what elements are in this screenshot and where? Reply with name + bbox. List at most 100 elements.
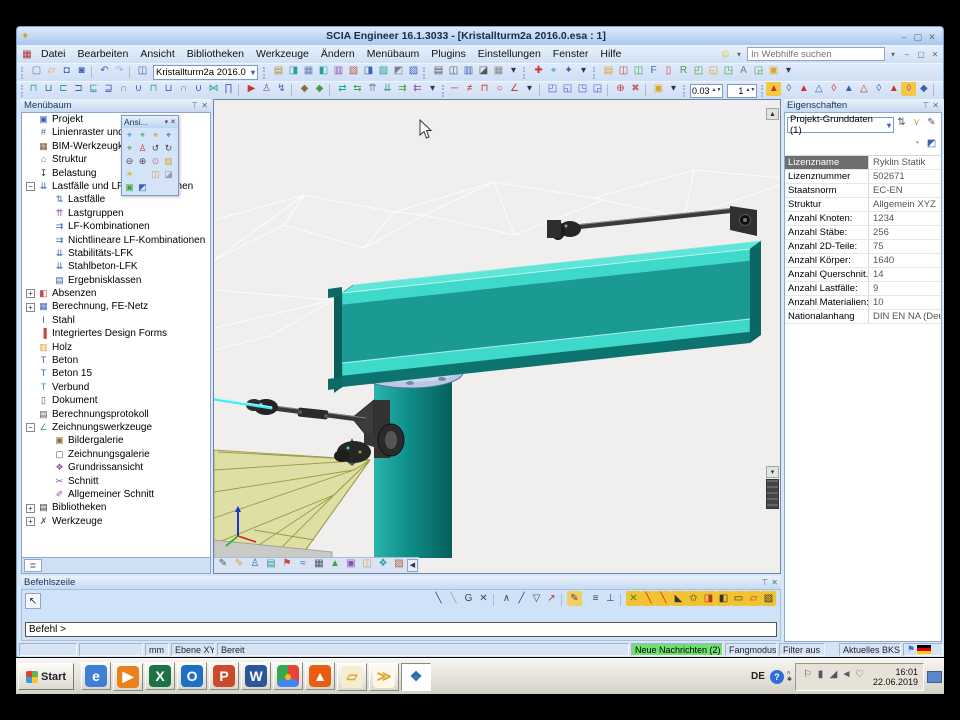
support-line-icon[interactable]: ▲: [886, 81, 901, 96]
render-icon-icon[interactable]: ❖: [375, 556, 391, 571]
clip-paste-icon[interactable]: ◪: [162, 168, 175, 181]
person-tool-icon[interactable]: ♙: [259, 81, 274, 96]
snap-b-icon[interactable]: ╲: [641, 591, 656, 606]
gem-green-icon[interactable]: ◆: [312, 81, 327, 96]
win-tl-icon[interactable]: ◰: [691, 63, 706, 78]
member-2-icon[interactable]: ⊔: [41, 81, 56, 96]
snap-vector-icon[interactable]: ↗: [544, 591, 559, 606]
menu-bearbeiten[interactable]: Bearbeiten: [72, 47, 135, 61]
scroll-drop-button[interactable]: ▾: [766, 466, 779, 478]
search-dropdown-icon[interactable]: ▾: [887, 50, 899, 59]
property-row-anzahl-knoten[interactable]: Anzahl Knoten:1234: [785, 212, 941, 226]
snap-node-icon[interactable]: ∧: [499, 591, 514, 606]
snap-e-icon[interactable]: ✩: [686, 591, 701, 606]
tree-item-bibliotheken[interactable]: +▤Bibliotheken: [22, 501, 210, 514]
wireframe-icon[interactable]: ◫: [616, 63, 631, 78]
webhelp-search-input[interactable]: [747, 47, 885, 61]
tree-item-linienraster-und-geschosse[interactable]: #Linienraster und Geschosse: [22, 126, 210, 139]
arc-tool-icon[interactable]: ⊓: [477, 81, 492, 96]
member-12-icon[interactable]: ∪: [191, 81, 206, 96]
snap-grid-icon[interactable]: G: [461, 591, 476, 606]
support-sel-icon[interactable]: ◊: [901, 81, 916, 96]
property-row-nationalanhang[interactable]: NationalanhangDIN EN NA (Deutschland): [785, 310, 941, 324]
photo-view-icon[interactable]: ▲: [327, 556, 343, 571]
filter-icon[interactable]: ⋎: [909, 115, 924, 130]
pin-icon[interactable]: ⊤: [922, 101, 929, 110]
toolbar-grip[interactable]: [442, 85, 444, 97]
document-icon[interactable]: ▥: [461, 63, 476, 78]
menu-datei[interactable]: Datei: [35, 47, 72, 61]
toolbar-grip[interactable]: [21, 85, 23, 97]
render-view-icon[interactable]: R: [676, 63, 691, 78]
restore-button[interactable]: ▢: [911, 32, 925, 43]
doc-tool-icon[interactable]: ▧: [406, 63, 421, 78]
taskbar-app-outlook[interactable]: O: [177, 662, 207, 690]
column-member[interactable]: [374, 362, 452, 558]
draw-pencil-2-icon[interactable]: ✎: [231, 556, 247, 571]
zoom-all-icon[interactable]: ▨: [162, 155, 175, 168]
property-row-anzahl-lastfalle[interactable]: Anzahl Lastfälle:9: [785, 282, 941, 296]
mdi-minimize-button[interactable]: –: [901, 50, 913, 59]
support-move-icon[interactable]: ◆: [916, 81, 931, 96]
rotate-right-icon[interactable]: ↻: [162, 142, 175, 155]
menu-plugins[interactable]: Plugins: [425, 47, 471, 61]
menu-ansicht[interactable]: Ansicht: [134, 47, 180, 61]
show-desktop-button[interactable]: [927, 671, 942, 683]
property-row-anzahl-querschnit[interactable]: Anzahl Querschnit...14: [785, 268, 941, 282]
property-row-anzahl-materialien[interactable]: Anzahl Materialien:10: [785, 296, 941, 310]
tree-item-beton[interactable]: TBeton: [22, 354, 210, 367]
tree-item-zeichnungsgalerie[interactable]: ▢Zeichnungsgalerie: [22, 448, 210, 461]
menu-fenster[interactable]: Fenster: [547, 47, 595, 61]
load-1-icon[interactable]: ◫: [939, 81, 943, 96]
tray-expand-icon[interactable]: ˄✱: [787, 671, 792, 683]
redo-icon[interactable]: ↷: [112, 63, 127, 78]
member-9-icon[interactable]: ⊓: [146, 81, 161, 96]
line-tool-icon[interactable]: ─: [447, 81, 462, 96]
tree-item-belastung[interactable]: ↧Belastung: [22, 167, 210, 180]
toolbar-grip[interactable]: [761, 85, 763, 97]
member-7-icon[interactable]: ∩: [116, 81, 131, 96]
view-person-icon[interactable]: ♙: [136, 142, 149, 155]
font-view-icon[interactable]: F: [646, 63, 661, 78]
spinner-arrows-icon[interactable]: ▲▼: [712, 88, 722, 93]
right-pair-icon[interactable]: ⇉: [395, 81, 410, 96]
command-input[interactable]: [25, 622, 777, 637]
snap-tri-icon[interactable]: ▽: [529, 591, 544, 606]
win-bl-icon[interactable]: ◲: [751, 63, 766, 78]
viewport-3d[interactable]: ✎✎♙▤⚑≈▦▲▣◫❖▨ ◀ ▲ ▾: [213, 99, 781, 574]
property-row-anzahl-stabe[interactable]: Anzahl Stäbe:256: [785, 226, 941, 240]
membrane-mesh[interactable]: [214, 450, 370, 555]
more-print-icon[interactable]: ▾: [506, 63, 521, 78]
taskbar-app-excel[interactable]: X: [145, 662, 175, 690]
menu-werkzeuge[interactable]: Werkzeuge: [250, 47, 315, 61]
layout-window-icon[interactable]: ◫: [135, 63, 150, 78]
gallery-icon[interactable]: ▤: [271, 63, 286, 78]
shade-icon[interactable]: ▣: [766, 63, 781, 78]
property-row-lizenzname[interactable]: LizenznameRyklin Statik: [785, 156, 941, 170]
open-file-icon[interactable]: ▱: [44, 63, 59, 78]
property-row-anzahl-korper[interactable]: Anzahl Körper:1640: [785, 254, 941, 268]
tree-item-grundrissansicht[interactable]: ❖Grundrissansicht: [22, 461, 210, 474]
support-x-icon[interactable]: △: [811, 81, 826, 96]
smiley-dropdown-icon[interactable]: ▾: [733, 50, 745, 59]
more-draw-icon[interactable]: ▾: [522, 81, 537, 96]
tree-item-lastfalle-und-lf-kombinationen[interactable]: −⇊Lastfälle und LF-Kombinationen: [22, 180, 210, 193]
zoom-tool-icon[interactable]: ⌖: [546, 63, 561, 78]
taskbar-app-file-explorer[interactable]: ▱: [337, 663, 367, 691]
close-panel-icon[interactable]: ✕: [201, 101, 208, 110]
zoom-window-icon[interactable]: ⊙: [149, 155, 162, 168]
tree-item-absenzen[interactable]: +◧Absenzen: [22, 287, 210, 300]
clip-copy-icon[interactable]: ◫: [149, 168, 162, 181]
snap-g-icon[interactable]: ◧: [716, 591, 731, 606]
axono-icon[interactable]: A: [736, 63, 751, 78]
snap-edge-icon[interactable]: ╱: [514, 591, 529, 606]
menu-menubaum[interactable]: Menübaum: [361, 47, 426, 61]
win-br-icon[interactable]: ◳: [721, 63, 736, 78]
view-z-icon[interactable]: ⌖: [149, 129, 162, 142]
tree-item-verbund[interactable]: TVerbund: [22, 381, 210, 394]
feedback-smiley-icon[interactable]: ☺: [720, 48, 731, 60]
taskbar-app-powerpoint[interactable]: P: [209, 662, 239, 690]
edit-icon[interactable]: ✎: [924, 115, 939, 130]
property-group-selector[interactable]: Projekt-Grunddaten (1)▾: [787, 117, 894, 133]
snap-i-icon[interactable]: ▱: [746, 591, 761, 606]
